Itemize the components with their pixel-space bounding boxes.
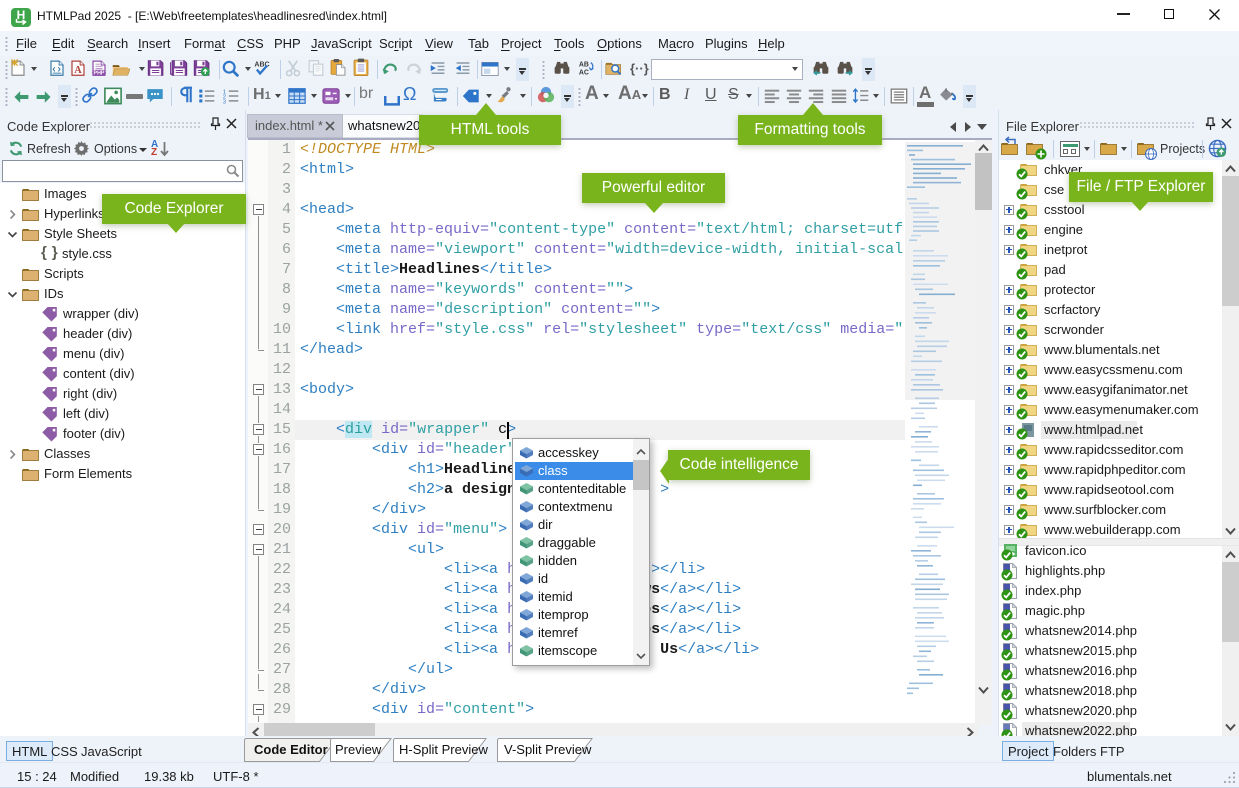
svg-text:PHP: PHP [94, 71, 105, 77]
svg-text:AC: AC [579, 70, 589, 77]
svg-text:A: A [74, 65, 82, 76]
svg-text:ABC: ABC [254, 61, 269, 68]
svg-text:AB: AB [579, 61, 589, 68]
svg-text:3: 3 [223, 99, 226, 105]
